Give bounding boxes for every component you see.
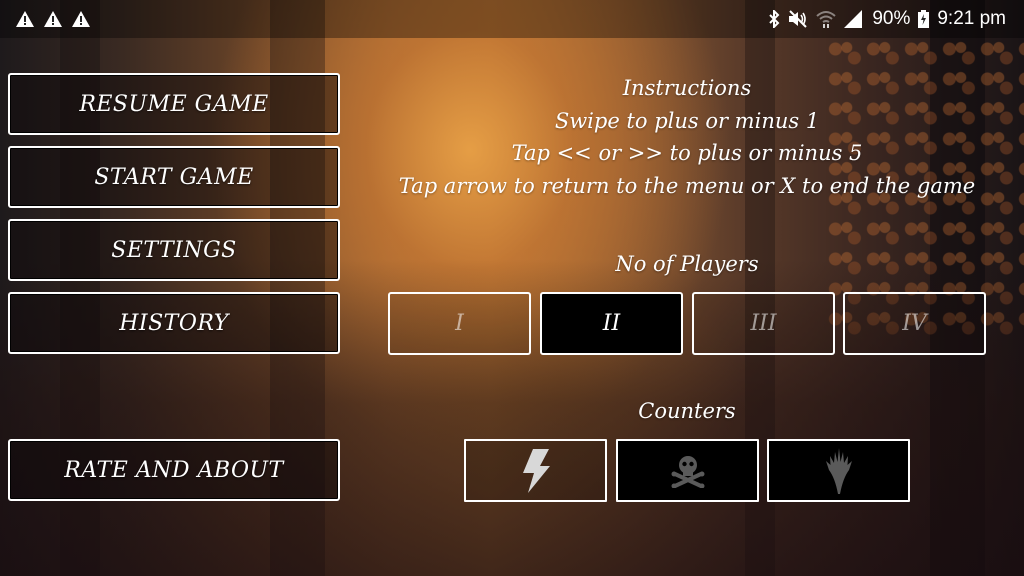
instructions-panel: Instructions Swipe to plus or minus 1 Ta… bbox=[380, 72, 994, 202]
signal-icon bbox=[844, 10, 863, 28]
resume-game-button[interactable]: RESUME GAME bbox=[8, 73, 340, 135]
bluetooth-icon bbox=[768, 10, 780, 28]
warning-icon bbox=[72, 11, 90, 27]
wifi-icon bbox=[816, 10, 836, 28]
players-option-1[interactable]: I bbox=[388, 292, 531, 355]
settings-button[interactable]: SETTINGS bbox=[8, 219, 340, 281]
instruction-line: Tap << or >> to plus or minus 5 bbox=[511, 141, 863, 165]
counters-label: Counters bbox=[638, 399, 736, 423]
counter-toggle-poison[interactable] bbox=[616, 439, 759, 502]
system-status: 90% 9:21 pm bbox=[768, 8, 1006, 30]
players-option-label: I bbox=[455, 311, 464, 336]
players-option-4[interactable]: IV bbox=[843, 292, 986, 355]
resume-game-label: RESUME GAME bbox=[79, 91, 269, 117]
lightning-bolt-icon bbox=[521, 448, 551, 493]
skull-crossbones-icon bbox=[671, 454, 705, 488]
clock: 9:21 pm bbox=[937, 8, 1006, 29]
players-option-label: III bbox=[750, 311, 777, 336]
history-button[interactable]: HISTORY bbox=[8, 292, 340, 354]
status-bar: 90% 9:21 pm bbox=[0, 0, 1024, 38]
settings-label: SETTINGS bbox=[111, 237, 237, 263]
instruction-line: Tap arrow to return to the menu or X to … bbox=[398, 173, 976, 198]
players-option-label: II bbox=[602, 311, 621, 336]
players-option-2[interactable]: II bbox=[540, 292, 683, 355]
players-option-label: IV bbox=[902, 311, 927, 336]
counter-toggle-loyalty[interactable] bbox=[767, 439, 910, 502]
start-game-button[interactable]: START GAME bbox=[8, 146, 340, 208]
rate-and-about-button[interactable]: RATE AND ABOUT bbox=[8, 439, 340, 501]
warning-icon bbox=[16, 11, 34, 27]
players-option-3[interactable]: III bbox=[692, 292, 835, 355]
history-label: HISTORY bbox=[119, 310, 229, 336]
instruction-line: Swipe to plus or minus 1 bbox=[554, 108, 820, 133]
battery-charging-icon bbox=[918, 10, 930, 28]
warning-icon bbox=[44, 11, 62, 27]
planeswalker-icon bbox=[825, 447, 853, 494]
counter-toggle-energy[interactable] bbox=[464, 439, 607, 502]
mute-icon bbox=[788, 10, 808, 28]
players-label: No of Players bbox=[615, 252, 759, 276]
instructions-title: Instructions bbox=[622, 76, 752, 100]
start-game-label: START GAME bbox=[94, 164, 254, 190]
battery-level: 90% bbox=[872, 8, 911, 29]
notification-icons bbox=[16, 11, 90, 27]
rate-and-about-label: RATE AND ABOUT bbox=[64, 457, 284, 483]
